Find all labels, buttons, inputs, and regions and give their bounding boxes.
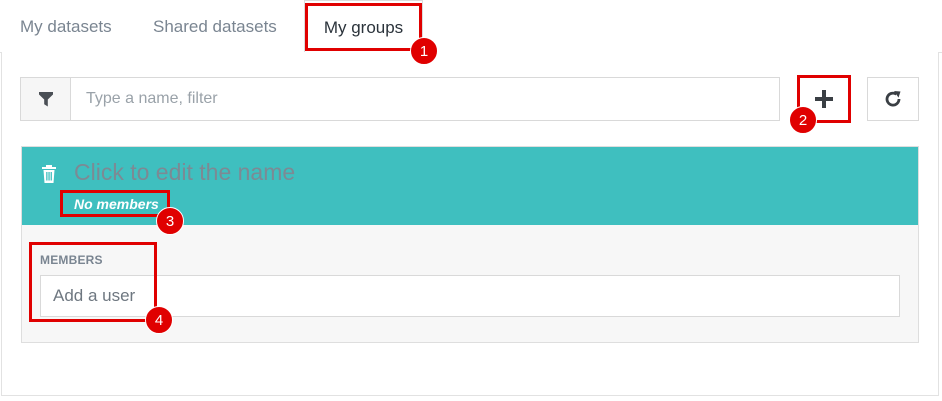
plus-icon xyxy=(815,90,833,108)
filter-input[interactable] xyxy=(72,78,779,120)
filter-icon xyxy=(38,91,53,106)
members-label: MEMBERS xyxy=(40,253,103,267)
members-count: No members xyxy=(74,196,159,212)
group-name[interactable]: Click to edit the name xyxy=(74,159,295,186)
tab-my-datasets[interactable]: My datasets xyxy=(20,0,112,53)
callout-marker: 4 xyxy=(145,306,173,334)
group-header: Click to edit the name No members xyxy=(22,147,918,225)
filter-bar xyxy=(20,77,780,121)
tab-bar: My datasets Shared datasets My groups xyxy=(0,0,942,53)
filter-button[interactable] xyxy=(21,78,71,120)
callout-marker: 1 xyxy=(410,37,438,65)
callout-marker: 2 xyxy=(789,106,817,134)
tab-my-groups[interactable]: My groups xyxy=(304,0,423,53)
callout-marker: 3 xyxy=(156,207,184,235)
refresh-button[interactable] xyxy=(867,77,919,121)
trash-icon[interactable] xyxy=(41,165,57,183)
tab-shared-datasets[interactable]: Shared datasets xyxy=(153,0,277,53)
refresh-icon xyxy=(885,91,901,107)
